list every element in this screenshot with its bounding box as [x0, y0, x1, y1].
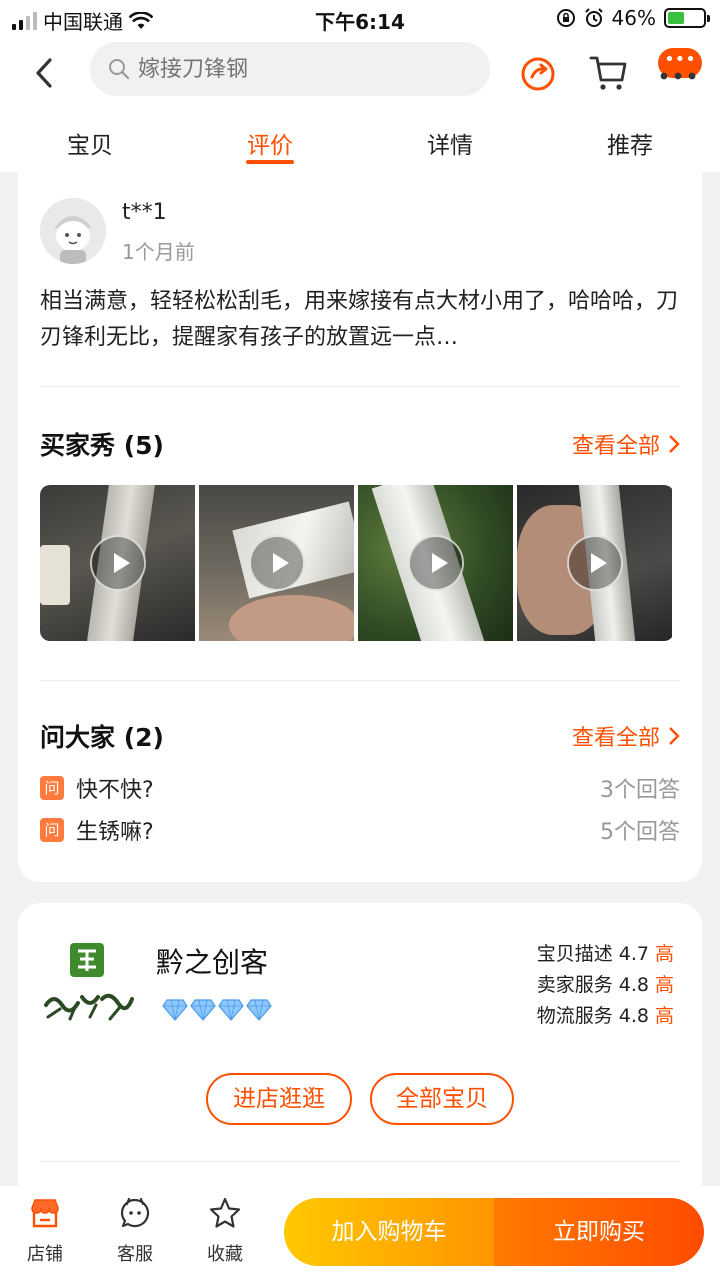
back-arrow-icon[interactable] [30, 56, 60, 90]
shop-rank-diamonds [162, 999, 272, 1021]
review-card: t**1 1个月前 相当满意，轻轻松松刮毛，用来嫁接有点大材小用了，哈哈哈，刀刃… [18, 172, 702, 882]
chevron-right-icon [669, 727, 680, 745]
search-header: ••• [0, 36, 720, 112]
buyer-video-4[interactable] [517, 485, 672, 641]
review-text[interactable]: 相当满意，轻轻松松刮毛，用来嫁接有点大材小用了，哈哈哈，刀刃锋利无比，提醒家有孩… [40, 284, 685, 356]
shop-logo[interactable] [40, 939, 136, 1035]
play-icon [248, 535, 305, 591]
avatar[interactable] [40, 198, 106, 264]
tab-reviews[interactable]: 评价 [180, 112, 360, 172]
search-icon [109, 59, 130, 80]
favorite-label: 收藏 [207, 1244, 243, 1265]
buyer-show-see-all[interactable]: 查看全部 [572, 428, 680, 460]
qa-title: 问大家 (2) [40, 723, 164, 752]
answer-count: 5个回答 [600, 820, 680, 845]
score-row: 宝贝描述 4.7 高 [536, 943, 674, 965]
tab-bar: 宝贝 评价 详情 推荐 [0, 112, 720, 172]
diamond-icon [162, 999, 188, 1021]
favorite-button[interactable]: 收藏 [190, 1196, 260, 1266]
more-dots-icon [660, 72, 696, 80]
question-text: 生锈嘛? [76, 820, 154, 845]
buy-now-button[interactable]: 立即购买 [494, 1198, 704, 1266]
store-icon [31, 1199, 59, 1228]
cart-icon[interactable] [586, 50, 630, 94]
buyer-show-title: 买家秀 (5) [40, 431, 164, 460]
add-to-cart-button[interactable]: 加入购物车 [284, 1198, 494, 1266]
qa-item[interactable]: 问 生锈嘛? 5个回答 [40, 812, 680, 848]
tab-item[interactable]: 宝贝 [0, 112, 180, 172]
buyer-video-2[interactable] [199, 485, 354, 641]
rotation-lock-icon [556, 9, 575, 27]
star-icon [209, 1197, 241, 1228]
service-label: 客服 [117, 1244, 153, 1265]
see-all-label: 查看全部 [571, 726, 660, 751]
service-icon [120, 1197, 150, 1228]
shop-name[interactable]: 黔之创客 [156, 941, 268, 981]
status-bar: 中国联通 下午6:14 46% [0, 0, 720, 36]
buyer-video-1[interactable] [40, 485, 195, 641]
all-items-button[interactable]: 全部宝贝 [370, 1073, 514, 1125]
question-badge-icon: 问 [40, 818, 64, 842]
alarm-icon [584, 8, 603, 27]
score-row: 卖家服务 4.8 高 [536, 974, 674, 996]
chevron-right-icon [669, 435, 680, 453]
enter-shop-button[interactable]: 进店逛逛 [206, 1073, 352, 1125]
play-icon [89, 535, 146, 591]
diamond-icon [218, 999, 244, 1021]
reviewer-name: t**1 [122, 200, 167, 225]
shop-tab-button[interactable]: 店铺 [10, 1196, 80, 1266]
question-text: 快不快? [76, 778, 154, 803]
search-input[interactable] [138, 56, 468, 82]
play-icon [407, 535, 464, 591]
divider [40, 386, 680, 387]
buyer-show-photos [40, 485, 674, 641]
diamond-icon [190, 999, 216, 1021]
shop-card: 黔之创客 宝贝描述 4.7 高 卖家服务 4.8 高 物流服务 4.8 高 进店逛逛 … [18, 903, 702, 1203]
buyer-video-3[interactable] [358, 485, 513, 641]
see-all-label: 查看全部 [571, 434, 660, 459]
diamond-icon [246, 999, 272, 1021]
tab-recommend[interactable]: 推荐 [540, 112, 720, 172]
share-icon[interactable] [516, 50, 560, 94]
more-menu-button[interactable]: ••• [658, 44, 708, 94]
purchase-actions: 加入购物车 立即购买 [284, 1198, 704, 1266]
search-bar[interactable] [90, 42, 490, 96]
bottom-action-bar: 店铺 客服 收藏 加入购物车 立即购买 [0, 1186, 720, 1280]
customer-service-button[interactable]: 客服 [100, 1196, 170, 1266]
answer-count: 3个回答 [600, 778, 680, 803]
divider [40, 1161, 680, 1162]
score-row: 物流服务 4.8 高 [536, 1005, 674, 1027]
battery-percent: 46% [611, 6, 656, 30]
play-icon [566, 535, 623, 591]
question-badge-icon: 问 [40, 776, 64, 800]
qa-see-all[interactable]: 查看全部 [572, 720, 680, 752]
divider [40, 680, 680, 681]
shop-scores: 宝贝描述 4.7 高 卖家服务 4.8 高 物流服务 4.8 高 [537, 939, 674, 1032]
battery-icon [664, 8, 710, 28]
review-time: 1个月前 [122, 240, 195, 264]
qa-item[interactable]: 问 快不快? 3个回答 [40, 770, 680, 806]
tab-details[interactable]: 详情 [360, 112, 540, 172]
shop-tab-label: 店铺 [27, 1244, 63, 1265]
